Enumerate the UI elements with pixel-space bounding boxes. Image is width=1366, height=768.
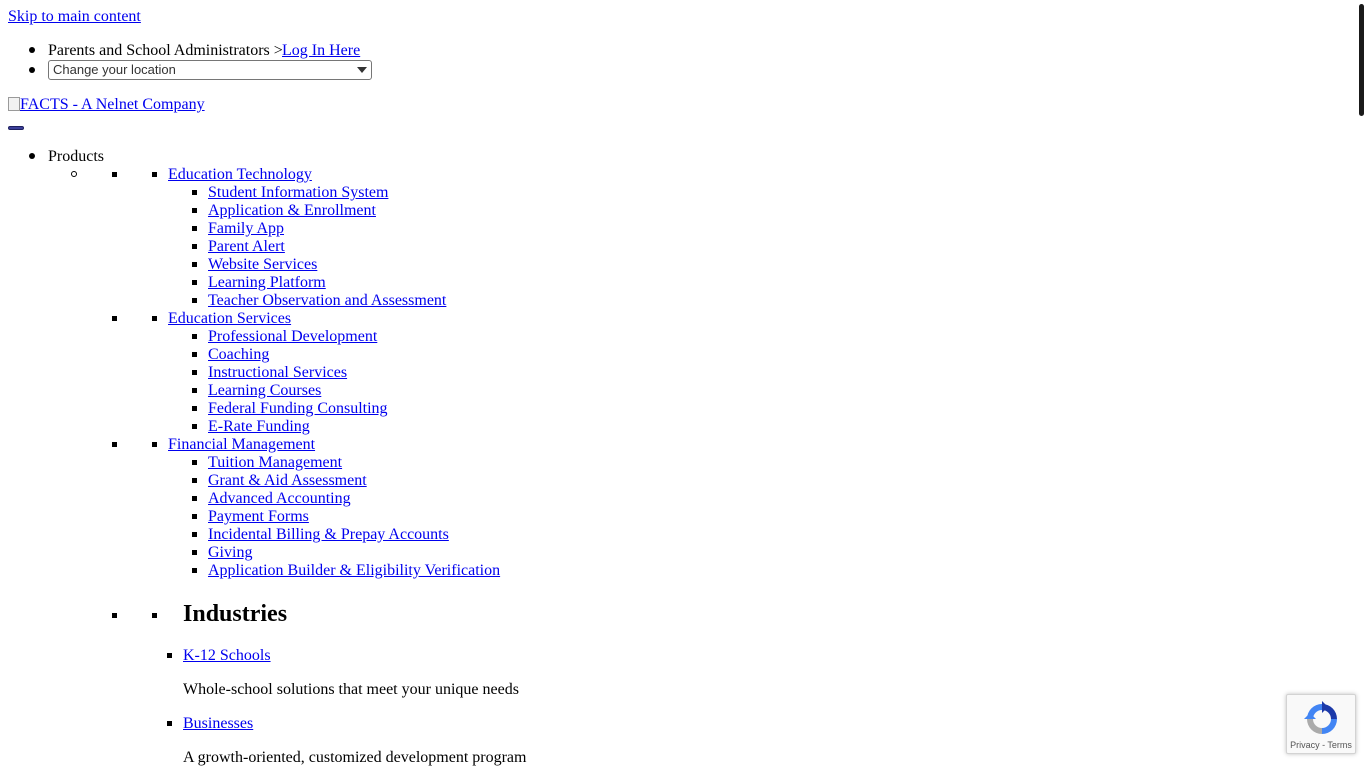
nav-item-family-app[interactable]: Family App	[208, 220, 284, 238]
nav-item-teacher-observation[interactable]: Teacher Observation and Assessment	[208, 292, 446, 310]
menu-toggle-button[interactable]	[8, 126, 24, 130]
industry-k12-schools-link[interactable]: K-12 Schools	[183, 647, 271, 665]
list-bullet	[152, 316, 157, 321]
nav-item-instructional-services[interactable]: Instructional Services	[208, 364, 347, 382]
list-bullet	[29, 47, 35, 53]
list-bullet	[192, 478, 197, 483]
nav-item-student-information-system[interactable]: Student Information System	[208, 184, 388, 202]
list-bullet	[192, 208, 197, 213]
list-bullet	[29, 153, 35, 159]
chevron-down-icon	[357, 67, 367, 73]
nav-item-application-builder[interactable]: Application Builder & Eligibility Verifi…	[208, 562, 500, 580]
nav-group-education-services[interactable]: Education Services	[168, 310, 291, 328]
nav-products-label: Products	[48, 148, 104, 165]
industries-heading: Industries	[183, 601, 288, 627]
list-bullet	[192, 352, 197, 357]
nav-item-federal-funding-consulting[interactable]: Federal Funding Consulting	[208, 400, 388, 418]
list-bullet	[112, 442, 117, 447]
nav-group-financial-management[interactable]: Financial Management	[168, 436, 315, 454]
page-scrollbar-thumb[interactable]	[1359, 4, 1364, 116]
list-bullet	[192, 298, 197, 303]
list-bullet	[192, 406, 197, 411]
nav-item-incidental-billing[interactable]: Incidental Billing & Prepay Accounts	[208, 526, 449, 544]
list-bullet	[71, 171, 77, 177]
nav-item-learning-courses[interactable]: Learning Courses	[208, 382, 321, 400]
recaptcha-footer-links[interactable]: Privacy - Terms	[1287, 740, 1355, 750]
list-bullet	[192, 550, 197, 555]
nav-item-tuition-management[interactable]: Tuition Management	[208, 454, 342, 472]
broken-image-icon	[8, 97, 20, 111]
nav-item-website-services[interactable]: Website Services	[208, 256, 317, 274]
list-bullet	[192, 280, 197, 285]
nav-item-giving[interactable]: Giving	[208, 544, 252, 562]
list-bullet	[192, 496, 197, 501]
list-bullet	[192, 424, 197, 429]
nav-item-grant-aid-assessment[interactable]: Grant & Aid Assessment	[208, 472, 367, 490]
nav-item-professional-development[interactable]: Professional Development	[208, 328, 377, 346]
location-select-value: Change your location	[53, 62, 176, 77]
list-bullet	[192, 568, 197, 573]
list-bullet	[167, 653, 172, 658]
nav-item-payment-forms[interactable]: Payment Forms	[208, 508, 309, 526]
list-bullet	[152, 613, 157, 618]
list-bullet	[192, 370, 197, 375]
industry-k12-description: Whole-school solutions that meet your un…	[183, 681, 519, 698]
parents-admin-label: Parents and School Administrators >	[48, 42, 283, 59]
list-bullet	[167, 721, 172, 726]
list-bullet	[112, 613, 117, 618]
list-bullet	[192, 532, 197, 537]
list-bullet	[112, 316, 117, 321]
skip-to-main-content-link[interactable]: Skip to main content	[8, 8, 141, 26]
logo-alt-text: FACTS - A Nelnet Company	[20, 96, 205, 113]
list-bullet	[192, 334, 197, 339]
list-bullet	[112, 172, 117, 177]
industry-businesses-link[interactable]: Businesses	[183, 715, 253, 733]
nav-item-e-rate-funding[interactable]: E-Rate Funding	[208, 418, 310, 436]
list-bullet	[192, 388, 197, 393]
facts-logo-link[interactable]: FACTS - A Nelnet Company	[8, 96, 205, 114]
list-bullet	[152, 442, 157, 447]
location-select[interactable]: Change your location	[48, 60, 372, 80]
list-bullet	[192, 190, 197, 195]
recaptcha-icon	[1304, 701, 1337, 734]
recaptcha-badge[interactable]: Privacy - Terms	[1286, 694, 1356, 754]
industry-businesses-description: A growth-oriented, customized developmen…	[183, 749, 527, 766]
list-bullet	[152, 172, 157, 177]
list-bullet	[192, 514, 197, 519]
list-bullet	[192, 262, 197, 267]
list-bullet	[192, 226, 197, 231]
log-in-link[interactable]: Log In Here	[282, 42, 360, 60]
nav-group-education-technology[interactable]: Education Technology	[168, 166, 312, 184]
list-bullet	[29, 67, 35, 73]
list-bullet	[192, 244, 197, 249]
nav-item-coaching[interactable]: Coaching	[208, 346, 269, 364]
list-bullet	[192, 460, 197, 465]
nav-item-learning-platform[interactable]: Learning Platform	[208, 274, 326, 292]
nav-item-advanced-accounting[interactable]: Advanced Accounting	[208, 490, 351, 508]
nav-item-application-enrollment[interactable]: Application & Enrollment	[208, 202, 376, 220]
nav-item-parent-alert[interactable]: Parent Alert	[208, 238, 285, 256]
